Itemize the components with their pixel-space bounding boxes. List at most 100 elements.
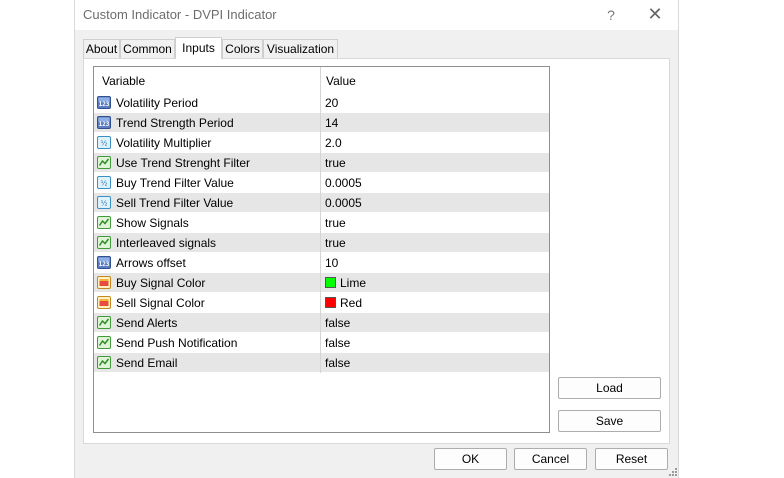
tab-inputs[interactable]: Inputs — [175, 37, 222, 59]
value-cell[interactable]: true — [320, 213, 549, 233]
table-row[interactable]: ½ Sell Trend Filter Value 0.0005 — [94, 193, 549, 213]
table-row[interactable]: ½ Buy Trend Filter Value 0.0005 — [94, 173, 549, 193]
bool-icon — [97, 236, 111, 249]
grid-header: Variable Value — [94, 67, 549, 94]
value-cell[interactable]: false — [320, 353, 549, 373]
variable-value: 0.0005 — [325, 196, 362, 210]
table-row[interactable]: 123 Volatility Period 20 — [94, 93, 549, 113]
svg-text:½: ½ — [101, 200, 108, 208]
variable-cell[interactable]: 123 Trend Strength Period — [94, 113, 320, 133]
value-cell[interactable]: 10 — [320, 253, 549, 273]
table-row[interactable]: Send Email false — [94, 353, 549, 373]
bool-icon — [97, 156, 111, 169]
variable-cell[interactable]: Buy Signal Color — [94, 273, 320, 293]
variable-cell[interactable]: Send Push Notification — [94, 333, 320, 353]
int-icon: 123 — [97, 256, 111, 269]
color-value: Lime — [340, 276, 367, 290]
ok-button[interactable]: OK — [434, 448, 507, 470]
table-row[interactable]: Use Trend Strenght Filter true — [94, 153, 549, 173]
value-cell[interactable]: true — [320, 233, 549, 253]
column-divider[interactable] — [320, 67, 321, 93]
variable-name: Use Trend Strenght Filter — [116, 156, 251, 170]
table-row[interactable]: Interleaved signals true — [94, 233, 549, 253]
value-cell[interactable]: true — [320, 153, 549, 173]
variable-cell[interactable]: Sell Signal Color — [94, 293, 320, 313]
tab-colors[interactable]: Colors — [222, 39, 263, 58]
value-cell[interactable]: Red — [320, 293, 549, 313]
variable-name: Interleaved signals — [116, 236, 217, 250]
variable-cell[interactable]: ½ Buy Trend Filter Value — [94, 173, 320, 193]
svg-text:½: ½ — [101, 180, 108, 188]
tab-about[interactable]: About — [83, 39, 120, 58]
variable-cell[interactable]: Show Signals — [94, 213, 320, 233]
variable-name: Buy Trend Filter Value — [116, 176, 234, 190]
tab-common[interactable]: Common — [120, 39, 175, 58]
double-icon: ½ — [97, 136, 111, 149]
table-row[interactable]: 123 Arrows offset 10 — [94, 253, 549, 273]
variable-cell[interactable]: ½ Volatility Multiplier — [94, 133, 320, 153]
variable-value: 10 — [325, 256, 339, 270]
variable-value: false — [325, 316, 351, 330]
bool-icon — [97, 336, 111, 349]
table-row[interactable]: ½ Volatility Multiplier 2.0 — [94, 133, 549, 153]
column-header-variable[interactable]: Variable — [102, 74, 145, 88]
int-icon: 123 — [97, 116, 111, 129]
variable-value: 20 — [325, 96, 339, 110]
value-cell[interactable]: 20 — [320, 93, 549, 113]
inputs-grid: Variable Value 123 Volatility Period 20 123… — [93, 66, 550, 433]
reset-button[interactable]: Reset — [595, 448, 668, 470]
variable-name: Volatility Multiplier — [116, 136, 212, 150]
variable-name: Send Alerts — [116, 316, 178, 330]
window-title: Custom Indicator - DVPI Indicator — [83, 7, 277, 22]
color-value: Red — [340, 296, 363, 310]
value-cell[interactable]: 0.0005 — [320, 173, 549, 193]
value-cell[interactable]: false — [320, 313, 549, 333]
variable-name: Volatility Period — [116, 96, 199, 110]
bool-icon — [97, 356, 111, 369]
svg-text:123: 123 — [99, 121, 110, 128]
close-button[interactable]: ✕ — [645, 3, 665, 25]
value-cell[interactable]: Lime — [320, 273, 549, 293]
value-cell[interactable]: 14 — [320, 113, 549, 133]
dialog-window: Custom Indicator - DVPI Indicator ? ✕ Ab… — [74, 0, 679, 478]
variable-cell[interactable]: 123 Volatility Period — [94, 93, 320, 113]
bool-icon — [97, 316, 111, 329]
double-icon: ½ — [97, 196, 111, 209]
color-swatch — [325, 297, 336, 308]
variable-name: Arrows offset — [116, 256, 186, 270]
help-button[interactable]: ? — [603, 5, 619, 25]
bool-icon — [97, 216, 111, 229]
variable-cell[interactable]: Send Email — [94, 353, 320, 373]
variable-value: true — [325, 216, 346, 230]
value-cell[interactable]: 0.0005 — [320, 193, 549, 213]
variable-name: Sell Signal Color — [116, 296, 205, 310]
load-button[interactable]: Load — [558, 377, 661, 399]
table-row[interactable]: Show Signals true — [94, 213, 549, 233]
variable-value: 2.0 — [325, 136, 342, 150]
resize-grip-icon[interactable] — [667, 466, 677, 476]
svg-text:½: ½ — [101, 140, 108, 148]
int-icon: 123 — [97, 96, 111, 109]
variable-name: Show Signals — [116, 216, 189, 230]
variable-cell[interactable]: ½ Sell Trend Filter Value — [94, 193, 320, 213]
variable-cell[interactable]: 123 Arrows offset — [94, 253, 320, 273]
variable-cell[interactable]: Send Alerts — [94, 313, 320, 333]
variable-value: 0.0005 — [325, 176, 362, 190]
column-header-value[interactable]: Value — [326, 74, 356, 88]
table-row[interactable]: Send Push Notification false — [94, 333, 549, 353]
color-swatch — [325, 277, 336, 288]
save-button[interactable]: Save — [558, 410, 661, 432]
value-cell[interactable]: 2.0 — [320, 133, 549, 153]
table-row[interactable]: Sell Signal Color Red — [94, 293, 549, 313]
svg-text:123: 123 — [99, 261, 110, 268]
table-row[interactable]: Buy Signal Color Lime — [94, 273, 549, 293]
cancel-button[interactable]: Cancel — [514, 448, 587, 470]
value-cell[interactable]: false — [320, 333, 549, 353]
variable-cell[interactable]: Interleaved signals — [94, 233, 320, 253]
tab-visualization[interactable]: Visualization — [263, 39, 338, 58]
table-row[interactable]: Send Alerts false — [94, 313, 549, 333]
svg-text:123: 123 — [99, 101, 110, 108]
table-row[interactable]: 123 Trend Strength Period 14 — [94, 113, 549, 133]
variable-cell[interactable]: Use Trend Strenght Filter — [94, 153, 320, 173]
variable-value: 14 — [325, 116, 339, 130]
